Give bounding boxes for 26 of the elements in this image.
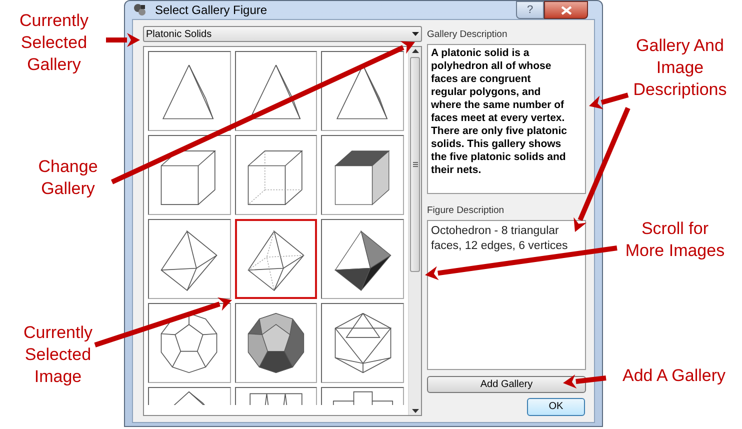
add-gallery-button[interactable]: Add Gallery — [427, 376, 586, 392]
callout-label: Currently Selected Image — [22, 322, 94, 388]
gallery-description-text: A platonic solid is a polyhedron all of whose faces are congruent regular polygons, and where the same number of faces meet at every vertex. There are only five platonic solids. This gallery shows the five platonic solids and their nets. — [431, 47, 568, 178]
callout-label: Change Gallery — [37, 156, 99, 200]
callout-label: Currently Selected Gallery — [18, 10, 90, 76]
close-button[interactable] — [544, 1, 588, 19]
callout-label: Add A Gallery — [621, 365, 726, 387]
dropdown-caret-icon — [412, 32, 419, 36]
app-icon — [133, 3, 147, 17]
field-label: Gallery Description — [427, 28, 508, 42]
help-button[interactable]: ? — [516, 1, 544, 19]
grip-icon — [412, 162, 418, 167]
callout-arrow — [563, 374, 606, 388]
dropdown-value: Platonic Solids — [146, 28, 212, 42]
scrollbar-thumb[interactable] — [410, 57, 420, 272]
scrollbar[interactable] — [408, 47, 421, 414]
scroll-up-icon[interactable] — [412, 49, 418, 53]
ok-button[interactable]: OK — [527, 398, 585, 416]
scroll-down-icon[interactable] — [412, 408, 418, 412]
field-label: Figure Description — [427, 204, 506, 218]
close-icon — [560, 6, 572, 14]
figure-description-text: Octohedron - 8 triangular faces, 12 edges, 6 vertices — [431, 224, 569, 254]
gallery-dropdown[interactable]: Platonic Solids — [143, 26, 422, 42]
window-title: Select Gallery Figure — [155, 2, 268, 19]
callout-label: Gallery And Image Descriptions — [632, 35, 728, 101]
callout-label: Scroll for More Images — [624, 218, 726, 262]
